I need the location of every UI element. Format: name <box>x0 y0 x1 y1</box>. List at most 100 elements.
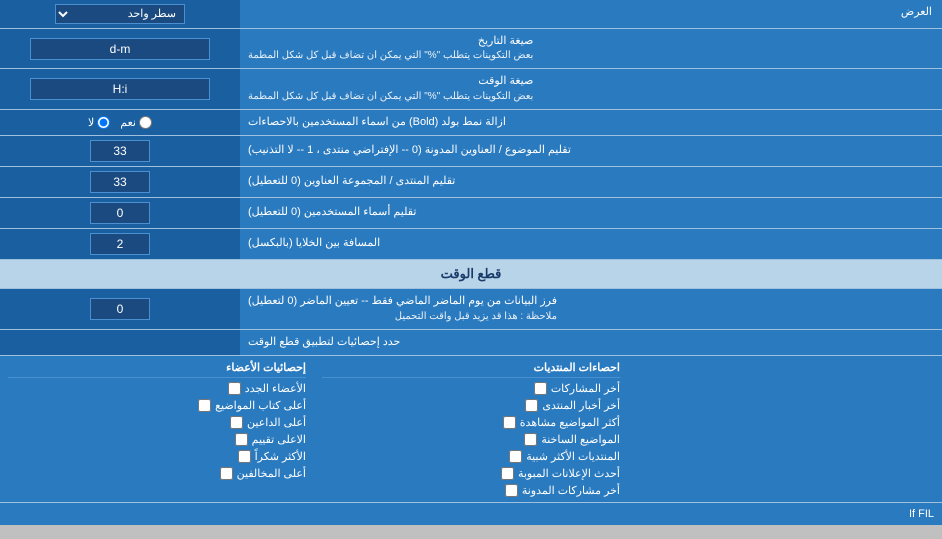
checkbox-col2-item-3[interactable]: الاعلى تقييم <box>8 433 306 446</box>
checkbox-col1-item-3[interactable]: المواضيع الساخنة <box>322 433 620 446</box>
cutoff-label: فرز البيانات من يوم الماضر الماضي فقط --… <box>240 289 942 328</box>
col2-item-3-label: الاعلى تقييم <box>252 433 306 446</box>
col1-item-5-checkbox[interactable] <box>501 467 514 480</box>
topic-order-row: تقليم الموضوع / العناوين المدونة (0 -- ا… <box>0 136 942 167</box>
topic-order-input[interactable] <box>90 140 150 162</box>
cell-gap-input[interactable] <box>90 233 150 255</box>
cutoff-row: فرز البيانات من يوم الماضر الماضي فقط --… <box>0 289 942 329</box>
bold-remove-radio-cell: نعم لا <box>0 110 240 135</box>
checkbox-col1-item-0[interactable]: أخر المشاركات <box>322 382 620 395</box>
col2-item-4-label: الأكثر شكراً <box>255 450 306 463</box>
bold-remove-no-radio[interactable] <box>97 116 110 129</box>
stats-header-empty <box>0 330 240 355</box>
forum-order-row: تقليم المنتدى / المجموعة العناوين (0 للت… <box>0 167 942 198</box>
date-format-input[interactable] <box>30 38 210 60</box>
col1-item-2-label: أكثر المواضيع مشاهدة <box>520 416 620 429</box>
forum-order-input[interactable] <box>90 171 150 193</box>
display-select-cell: سطر واحد سطرين ثلاثة أسطر <box>0 0 240 28</box>
display-row: العرض سطر واحد سطرين ثلاثة أسطر <box>0 0 942 29</box>
col2-item-5-label: أعلى المخالفين <box>237 467 306 480</box>
date-format-input-cell <box>0 29 240 68</box>
time-format-input-cell <box>0 69 240 108</box>
col2-item-1-checkbox[interactable] <box>198 399 211 412</box>
bold-remove-label: ازالة نمط بولد (Bold) من اسماء المستخدمي… <box>240 110 942 135</box>
checkbox-col1-item-2[interactable]: أكثر المواضيع مشاهدة <box>322 416 620 429</box>
time-format-row: صيغة الوقت بعض التكوينات يتطلب "%" التي … <box>0 69 942 109</box>
checkboxes-area: احصاءات المنتديات أخر المشاركات أخر أخبا… <box>0 356 942 503</box>
footer-text-area: If FIL <box>0 503 942 525</box>
date-format-label: صيغة التاريخ بعض التكوينات يتطلب "%" الت… <box>240 29 942 68</box>
date-format-row: صيغة التاريخ بعض التكوينات يتطلب "%" الت… <box>0 29 942 69</box>
time-format-label-line1: صيغة الوقت <box>248 74 533 89</box>
topic-order-label: تقليم الموضوع / العناوين المدونة (0 -- ا… <box>240 136 942 166</box>
col2-item-0-label: الأعضاء الجدد <box>245 382 306 395</box>
col2-item-4-checkbox[interactable] <box>238 450 251 463</box>
col1-item-3-label: المواضيع الساخنة <box>541 433 620 446</box>
col2-item-3-checkbox[interactable] <box>235 433 248 446</box>
time-format-label-line2: بعض التكوينات يتطلب "%" التي يمكن ان تضا… <box>248 90 533 104</box>
col1-item-0-checkbox[interactable] <box>534 382 547 395</box>
username-order-input[interactable] <box>90 202 150 224</box>
checkbox-col2-item-1[interactable]: أعلى كتاب المواضيع <box>8 399 306 412</box>
bold-remove-label-text: ازالة نمط بولد (Bold) من اسماء المستخدمي… <box>248 115 506 130</box>
cutoff-label-line1: فرز البيانات من يوم الماضر الماضي فقط --… <box>248 294 557 309</box>
stats-header-text: حدد إحصائيات لتطبيق قطع الوقت <box>248 335 400 350</box>
username-order-label: تقليم أسماء المستخدمين (0 للتعطيل) <box>240 198 942 228</box>
col1-item-1-label: أخر أخبار المنتدى <box>542 399 620 412</box>
bold-remove-yes-option[interactable]: نعم <box>120 116 152 129</box>
checkbox-col1-item-4[interactable]: المنتديات الأكثر شبية <box>322 450 620 463</box>
col1-item-3-checkbox[interactable] <box>524 433 537 446</box>
checkbox-label-area <box>628 356 942 502</box>
col1-item-2-checkbox[interactable] <box>503 416 516 429</box>
col2-item-2-checkbox[interactable] <box>230 416 243 429</box>
bold-remove-yes-radio[interactable] <box>139 116 152 129</box>
cutoff-section-header: قطع الوقت <box>0 260 942 289</box>
col1-item-6-checkbox[interactable] <box>505 484 518 497</box>
cell-gap-label: المسافة بين الخلايا (بالبكسل) <box>240 229 942 259</box>
checkbox-col2-item-2[interactable]: أعلى الداعين <box>8 416 306 429</box>
cell-gap-row: المسافة بين الخلايا (بالبكسل) <box>0 229 942 260</box>
display-select[interactable]: سطر واحد سطرين ثلاثة أسطر <box>55 4 185 24</box>
forum-order-label: تقليم المنتدى / المجموعة العناوين (0 للت… <box>240 167 942 197</box>
checkbox-col1: احصاءات المنتديات أخر المشاركات أخر أخبا… <box>314 356 628 502</box>
cell-gap-input-cell <box>0 229 240 259</box>
checkbox-col1-item-6[interactable]: أخر مشاركات المدونة <box>322 484 620 497</box>
col1-item-1-checkbox[interactable] <box>525 399 538 412</box>
col1-item-6-label: أخر مشاركات المدونة <box>522 484 620 497</box>
checkbox-col2-item-0[interactable]: الأعضاء الجدد <box>8 382 306 395</box>
date-format-label-line1: صيغة التاريخ <box>248 34 533 49</box>
col2-item-0-checkbox[interactable] <box>228 382 241 395</box>
col1-item-0-label: أخر المشاركات <box>551 382 620 395</box>
col1-title: احصاءات المنتديات <box>322 361 620 378</box>
checkbox-col2: إحصائيات الأعضاء الأعضاء الجدد أعلى كتاب… <box>0 356 314 502</box>
bold-remove-no-option[interactable]: لا <box>88 116 110 129</box>
checkbox-col2-item-4[interactable]: الأكثر شكراً <box>8 450 306 463</box>
username-order-row: تقليم أسماء المستخدمين (0 للتعطيل) <box>0 198 942 229</box>
checkbox-col1-item-1[interactable]: أخر أخبار المنتدى <box>322 399 620 412</box>
col1-item-5-label: أحدث الإعلانات المبوبة <box>518 467 620 480</box>
col2-title: إحصائيات الأعضاء <box>8 361 306 378</box>
time-format-label: صيغة الوقت بعض التكوينات يتطلب "%" التي … <box>240 69 942 108</box>
username-order-input-cell <box>0 198 240 228</box>
topic-order-label-text: تقليم الموضوع / العناوين المدونة (0 -- ا… <box>248 143 571 158</box>
bold-remove-yes-label: نعم <box>120 116 136 129</box>
forum-order-input-cell <box>0 167 240 197</box>
col2-item-1-label: أعلى كتاب المواضيع <box>215 399 306 412</box>
cutoff-input[interactable] <box>90 298 150 320</box>
bold-remove-no-label: لا <box>88 116 94 129</box>
main-container: العرض سطر واحد سطرين ثلاثة أسطر صيغة الت… <box>0 0 942 525</box>
stats-header-row: حدد إحصائيات لتطبيق قطع الوقت <box>0 330 942 356</box>
footer-text: If FIL <box>909 508 934 520</box>
col1-item-4-checkbox[interactable] <box>509 450 522 463</box>
time-format-input[interactable] <box>30 78 210 100</box>
stats-header-label: حدد إحصائيات لتطبيق قطع الوقت <box>240 330 942 355</box>
cutoff-label-line2: ملاحظة : هذا قد يزيد قبل واقت التحميل <box>248 310 557 324</box>
checkbox-col1-item-5[interactable]: أحدث الإعلانات المبوبة <box>322 467 620 480</box>
col1-item-4-label: المنتديات الأكثر شبية <box>526 450 620 463</box>
bold-remove-row: ازالة نمط بولد (Bold) من اسماء المستخدمي… <box>0 110 942 136</box>
cutoff-input-cell <box>0 289 240 328</box>
display-label: العرض <box>240 0 942 28</box>
col2-item-5-checkbox[interactable] <box>220 467 233 480</box>
checkbox-col2-item-5[interactable]: أعلى المخالفين <box>8 467 306 480</box>
date-format-label-line2: بعض التكوينات يتطلب "%" التي يمكن ان تضا… <box>248 49 533 63</box>
